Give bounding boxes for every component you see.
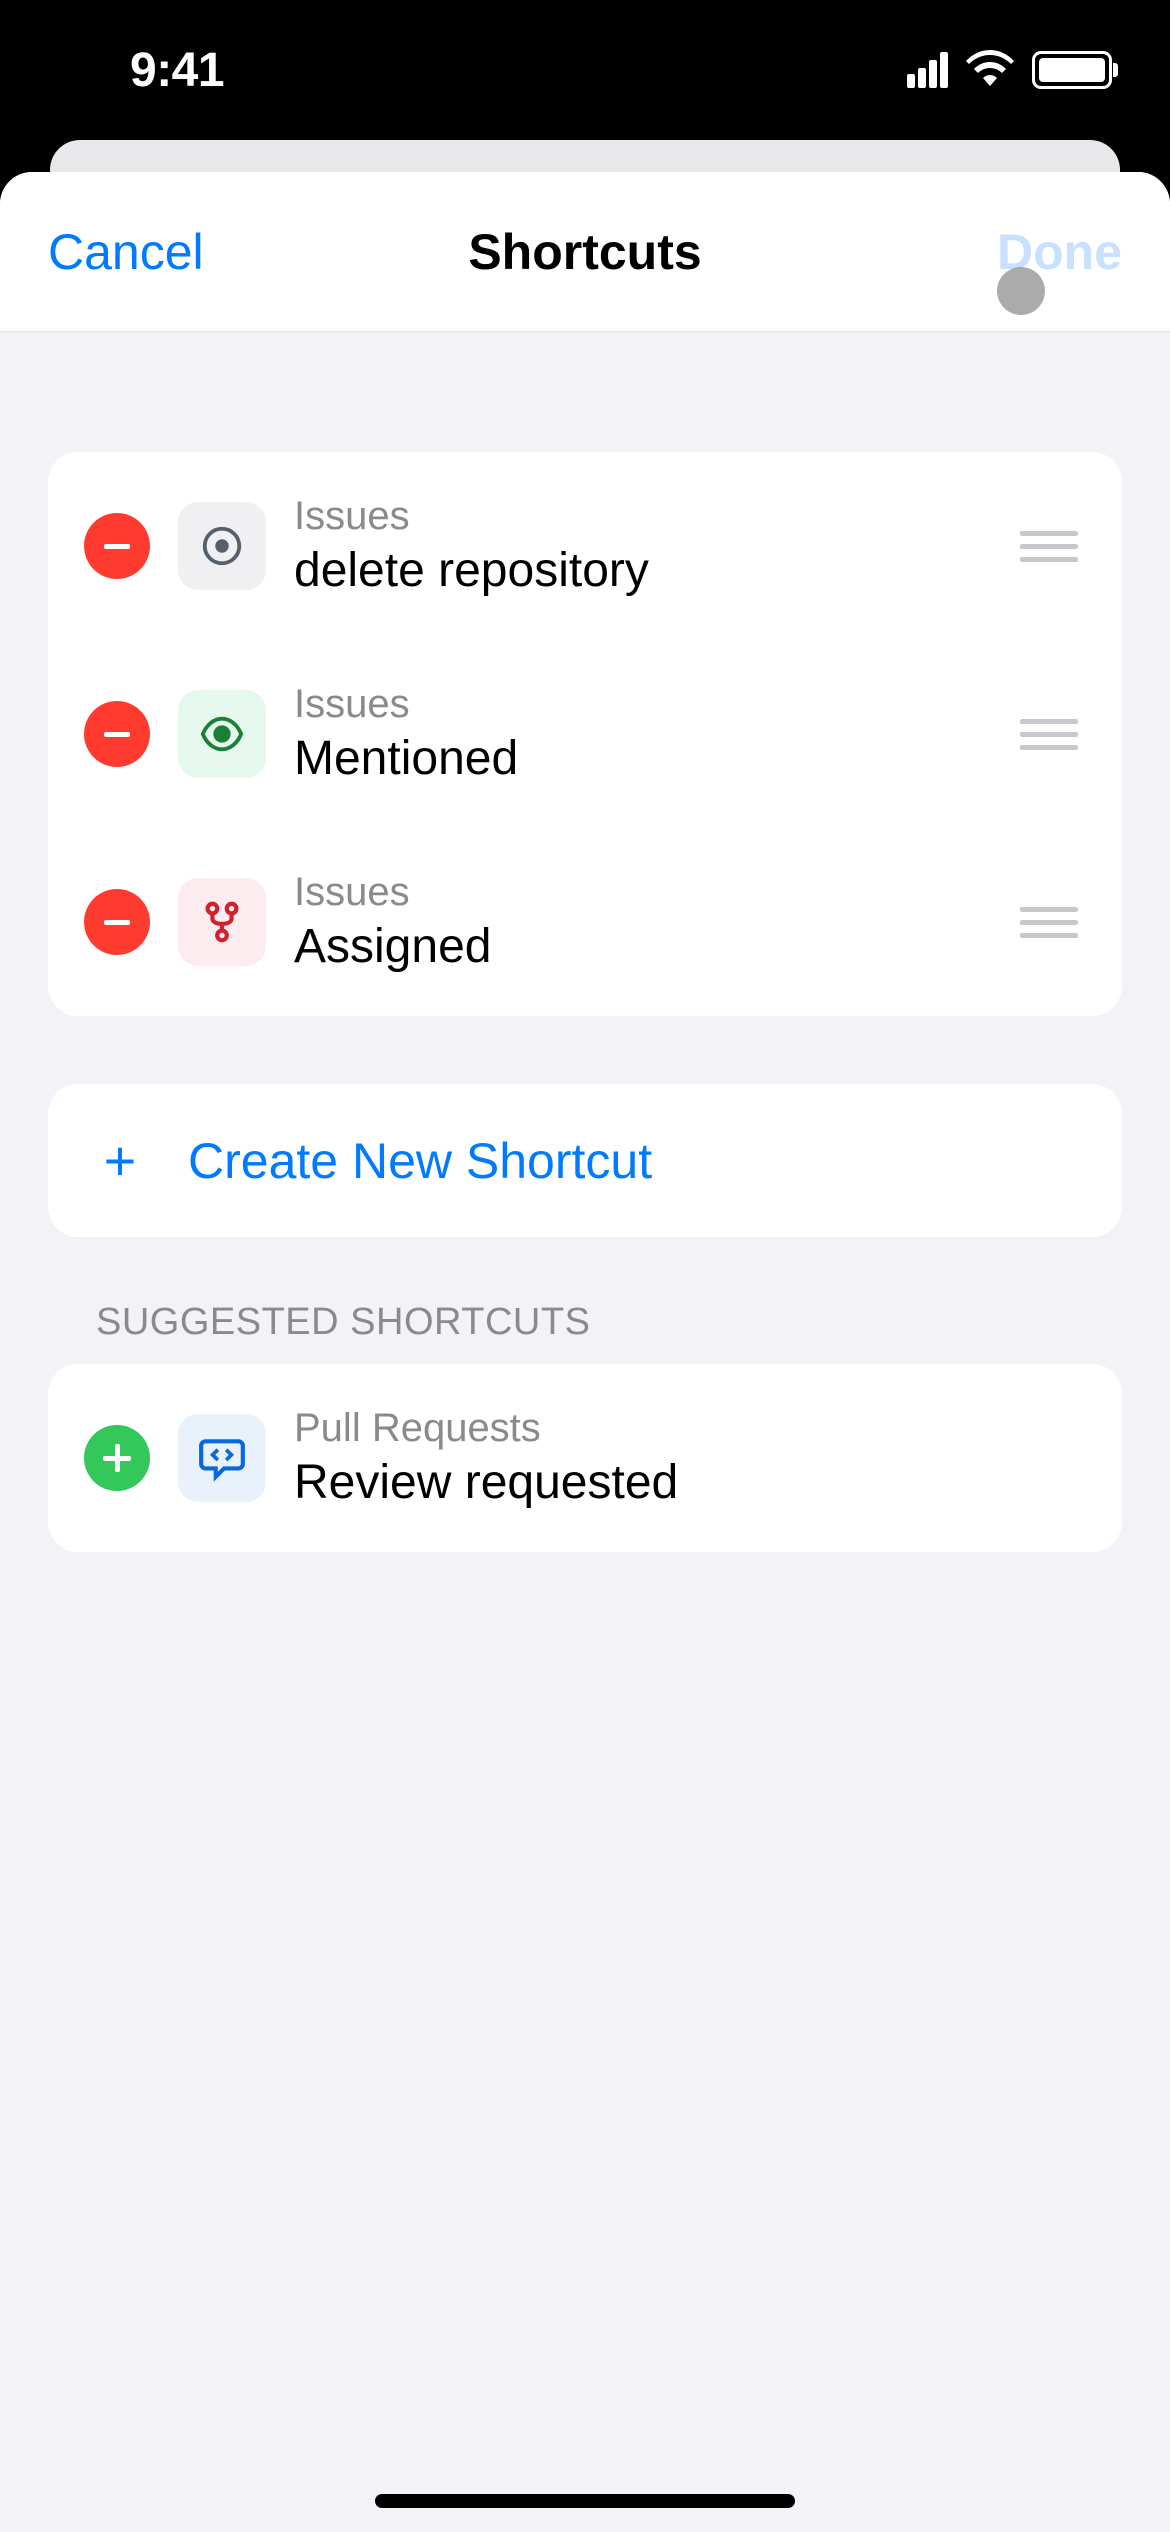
shortcut-category: Issues (294, 682, 992, 727)
content: Issues delete repository (0, 332, 1170, 1552)
suggested-row[interactable]: Pull Requests Review requested (48, 1364, 1122, 1552)
remove-button[interactable] (84, 701, 150, 767)
plus-icon: + (96, 1128, 144, 1193)
create-label: Create New Shortcut (188, 1132, 652, 1190)
shortcut-category: Issues (294, 494, 992, 539)
remove-button[interactable] (84, 889, 150, 955)
touch-indicator (997, 267, 1045, 315)
create-shortcut-card: + Create New Shortcut (48, 1084, 1122, 1237)
shortcut-title: delete repository (294, 543, 992, 598)
battery-icon (1032, 51, 1112, 89)
modal-header: Cancel Shortcuts Done (0, 172, 1170, 332)
shortcut-row[interactable]: Issues delete repository (48, 452, 1122, 640)
home-indicator[interactable] (375, 2494, 795, 2508)
shortcuts-modal: Cancel Shortcuts Done Issues delete (0, 172, 1170, 2532)
eye-icon (178, 690, 266, 778)
shortcut-row[interactable]: Issues Mentioned (48, 640, 1122, 828)
shortcut-text: Pull Requests Review requested (294, 1406, 1086, 1510)
modal-title: Shortcuts (468, 223, 701, 281)
drag-handle[interactable] (1020, 907, 1086, 938)
shortcut-category: Pull Requests (294, 1406, 1086, 1451)
cellular-signal-icon (907, 52, 948, 88)
status-time: 9:41 (130, 43, 224, 98)
shortcut-title: Assigned (294, 919, 992, 974)
code-review-icon (178, 1414, 266, 1502)
drag-handle[interactable] (1020, 719, 1086, 750)
status-icons (907, 50, 1112, 91)
create-new-shortcut-button[interactable]: + Create New Shortcut (48, 1084, 1122, 1237)
done-button[interactable]: Done (997, 223, 1122, 281)
shortcut-text: Issues delete repository (294, 494, 992, 598)
shortcut-title: Mentioned (294, 731, 992, 786)
drag-handle[interactable] (1020, 531, 1086, 562)
status-bar: 9:41 (0, 0, 1170, 140)
shortcut-title: Review requested (294, 1455, 1086, 1510)
add-button[interactable] (84, 1425, 150, 1491)
shortcut-text: Issues Mentioned (294, 682, 992, 786)
issue-icon (178, 502, 266, 590)
shortcut-row[interactable]: Issues Assigned (48, 828, 1122, 1016)
remove-button[interactable] (84, 513, 150, 579)
shortcut-category: Issues (294, 870, 992, 915)
suggested-list: Pull Requests Review requested (48, 1364, 1122, 1552)
shortcuts-list: Issues delete repository (48, 452, 1122, 1016)
shortcut-text: Issues Assigned (294, 870, 992, 974)
suggested-header: Suggested Shortcuts (48, 1237, 1122, 1364)
cancel-button[interactable]: Cancel (48, 223, 204, 281)
fork-icon (178, 878, 266, 966)
wifi-icon (966, 50, 1014, 91)
